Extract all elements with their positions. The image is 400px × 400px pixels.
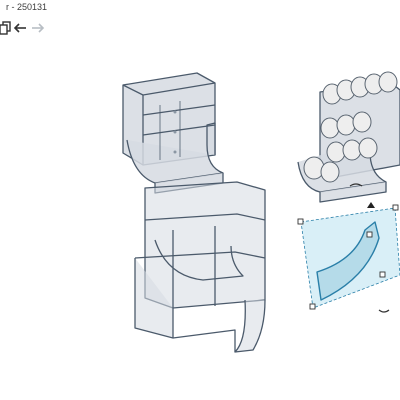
window-title: r - 250131	[6, 2, 48, 12]
rotate-handle-icon[interactable]	[378, 309, 390, 313]
copy-icon[interactable]	[0, 19, 12, 35]
dispenser-with-eggs-model[interactable]	[290, 70, 400, 220]
redo-icon[interactable]	[30, 19, 46, 35]
undo-icon[interactable]	[12, 19, 28, 35]
window-titlebar: r - 250131	[0, 0, 400, 14]
dispenser-frame-large-model[interactable]	[125, 180, 275, 355]
workplane[interactable]	[0, 40, 400, 400]
toolbar	[0, 14, 400, 41]
ramp-part-selected-model[interactable]	[295, 200, 400, 320]
lift-arrow-icon[interactable]	[367, 202, 375, 208]
